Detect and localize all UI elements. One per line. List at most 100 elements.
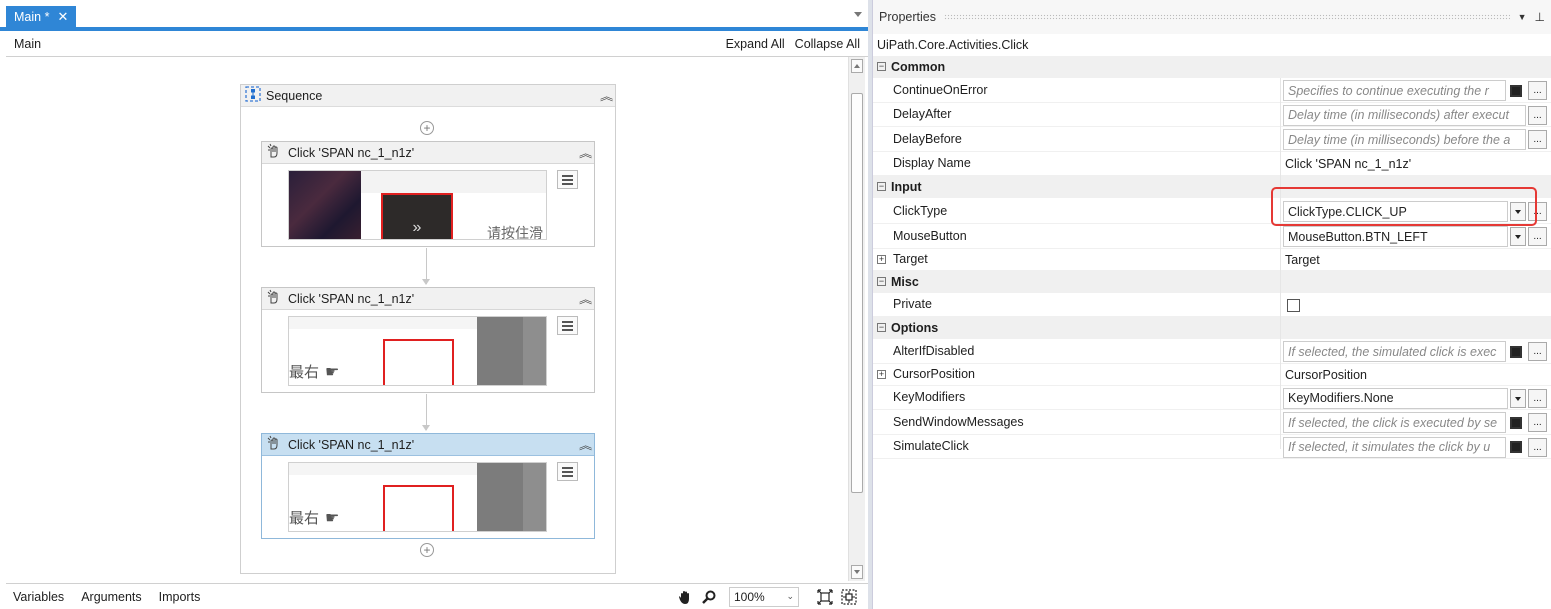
click-activity-1[interactable]: Click 'SPAN nc_1_n1z' ︽ » 请按住滑 <box>261 141 595 247</box>
property-name: Private <box>893 297 932 312</box>
ellipsis-button[interactable]: ... <box>1528 130 1547 149</box>
delaybefore-field[interactable]: Delay time (in milliseconds) before the … <box>1283 129 1526 150</box>
checkbox-icon[interactable] <box>1510 84 1522 97</box>
expand-all-button[interactable]: Expand All <box>726 37 785 51</box>
screenshot-thumbnail: 最右 ☛ <box>288 462 547 532</box>
activity-header[interactable]: Click 'SPAN nc_1_n1z' ︽ <box>262 434 594 456</box>
click-activity-3[interactable]: Click 'SPAN nc_1_n1z' ︽ 最右 ☛ <box>261 433 595 539</box>
chevron-down-icon[interactable] <box>854 12 862 17</box>
collapse-icon[interactable]: − <box>877 323 886 332</box>
collapse-icon[interactable]: − <box>877 62 886 71</box>
breadcrumb[interactable]: Main <box>14 37 41 51</box>
property-name: AlterIfDisabled <box>893 343 975 358</box>
menu-icon[interactable] <box>557 462 578 481</box>
keymodifiers-select[interactable]: KeyModifiers.None <box>1283 387 1508 409</box>
search-icon[interactable] <box>699 587 719 607</box>
imports-tab[interactable]: Imports <box>159 590 201 604</box>
activity-title: Click 'SPAN nc_1_n1z' <box>288 291 415 306</box>
tab-main[interactable]: Main * ✕ <box>6 6 77 28</box>
displayname-field[interactable]: Click 'SPAN nc_1_n1z' <box>1283 157 1411 171</box>
scroll-down-icon[interactable] <box>851 565 863 579</box>
property-row-continueonerror: ContinueOnError Specifies to continue ex… <box>873 78 1551 103</box>
ellipsis-button[interactable]: ... <box>1528 388 1547 408</box>
activity-header[interactable]: Click 'SPAN nc_1_n1z' ︽ <box>262 288 594 310</box>
property-name: SimulateClick <box>893 439 969 454</box>
scrollbar-thumb[interactable] <box>851 93 863 493</box>
property-name: CursorPosition <box>893 367 975 381</box>
sequence-header[interactable]: Sequence ︽ <box>241 85 615 107</box>
ellipsis-button[interactable]: ... <box>1528 342 1547 361</box>
activity-header[interactable]: Click 'SPAN nc_1_n1z' ︽ <box>262 142 594 164</box>
category-label: Input <box>891 180 922 194</box>
collapse-icon[interactable]: ︽ <box>579 145 592 161</box>
collapse-icon[interactable]: − <box>877 182 886 191</box>
overview-icon[interactable] <box>839 587 859 607</box>
sequence-container[interactable]: Sequence ︽ + Click 'SPAN nc_1_n1z' ︽ » 请… <box>240 84 616 574</box>
chevron-down-icon[interactable] <box>1510 227 1526 246</box>
collapse-all-button[interactable]: Collapse All <box>795 37 860 51</box>
checkbox-icon[interactable] <box>1510 345 1522 358</box>
chevron-down-icon[interactable] <box>1510 388 1526 408</box>
property-row-alterifdisabled: AlterIfDisabled If selected, the simulat… <box>873 339 1551 364</box>
property-row-cursorposition: + CursorPosition CursorPosition <box>873 364 1551 386</box>
properties-panel: Properties ▼ ⊥ UiPath.Core.Activities.Cl… <box>872 0 1551 609</box>
hand-pan-icon[interactable] <box>675 587 695 607</box>
collapse-icon[interactable]: − <box>877 276 886 286</box>
expand-icon[interactable]: + <box>877 254 886 264</box>
property-row-delayafter: DelayAfter Delay time (in milliseconds) … <box>873 103 1551 127</box>
target-value[interactable]: Target <box>1283 253 1320 267</box>
chevron-down-icon[interactable]: ▼ <box>1518 12 1527 22</box>
ellipsis-button[interactable]: ... <box>1528 105 1547 125</box>
ellipsis-button[interactable]: ... <box>1528 413 1547 432</box>
close-icon[interactable]: ✕ <box>57 9 68 25</box>
fit-to-screen-icon[interactable] <box>815 587 835 607</box>
category-misc[interactable]: − Misc <box>873 270 1551 293</box>
vertical-scrollbar[interactable] <box>848 57 865 581</box>
mousebutton-select[interactable]: MouseButton.BTN_LEFT <box>1283 226 1508 247</box>
delayafter-field[interactable]: Delay time (in milliseconds) after execu… <box>1283 104 1526 126</box>
arguments-tab[interactable]: Arguments <box>81 590 141 604</box>
ellipsis-button[interactable]: ... <box>1528 227 1547 246</box>
add-activity-icon[interactable]: + <box>420 121 434 135</box>
category-label: Common <box>891 60 946 74</box>
continueonerror-field[interactable]: Specifies to continue executing the r <box>1283 80 1506 101</box>
cursorposition-value[interactable]: CursorPosition <box>1283 368 1367 382</box>
clicktype-select[interactable]: ClickType.CLICK_UP <box>1283 201 1508 222</box>
private-checkbox[interactable] <box>1287 298 1300 312</box>
sendwindowmessages-field[interactable]: If selected, the click is executed by se <box>1283 412 1506 433</box>
property-name: DelayAfter <box>893 107 952 122</box>
sequence-icon <box>245 86 261 105</box>
collapse-icon[interactable]: ︽ <box>600 88 613 104</box>
menu-icon[interactable] <box>557 170 578 189</box>
chevron-down-icon[interactable] <box>1510 202 1526 221</box>
pin-icon[interactable]: ⊥ <box>1535 10 1545 24</box>
variables-tab[interactable]: Variables <box>13 590 64 604</box>
designer-canvas[interactable]: Sequence ︽ + Click 'SPAN nc_1_n1z' ︽ » 请… <box>7 57 847 581</box>
category-options[interactable]: − Options <box>873 317 1551 339</box>
property-row-delaybefore: DelayBefore Delay time (in milliseconds)… <box>873 127 1551 152</box>
collapse-icon[interactable]: ︽ <box>579 291 592 307</box>
menu-icon[interactable] <box>557 316 578 335</box>
activity-title: Click 'SPAN nc_1_n1z' <box>288 145 415 160</box>
ellipsis-button[interactable]: ... <box>1528 81 1547 100</box>
click-activity-2[interactable]: Click 'SPAN nc_1_n1z' ︽ 最右 ☛ <box>261 287 595 393</box>
activity-type-label: UiPath.Core.Activities.Click <box>877 38 1029 52</box>
screenshot-thumbnail: 最右 ☛ <box>288 316 547 386</box>
drag-grip[interactable] <box>943 14 1510 20</box>
ellipsis-button[interactable]: ... <box>1528 202 1547 221</box>
category-input[interactable]: − Input <box>873 176 1551 198</box>
zoom-select[interactable]: 100% ⌄ <box>729 586 799 607</box>
checkbox-icon[interactable] <box>1510 441 1522 453</box>
expand-icon[interactable]: + <box>877 369 886 379</box>
checkbox-icon[interactable] <box>1510 416 1522 429</box>
alterifdisabled-field[interactable]: If selected, the simulated click is exec <box>1283 341 1506 362</box>
collapse-icon[interactable]: ︽ <box>579 437 592 453</box>
ellipsis-button[interactable]: ... <box>1528 437 1547 457</box>
thumbnail-text: 最右 <box>289 510 320 527</box>
category-common[interactable]: − Common <box>873 56 1551 78</box>
properties-title-bar: Properties ▼ ⊥ <box>873 0 1551 34</box>
click-activity-icon <box>266 435 282 454</box>
scroll-up-icon[interactable] <box>851 59 863 73</box>
add-activity-icon[interactable]: + <box>420 543 434 557</box>
simulateclick-field[interactable]: If selected, it simulates the click by u <box>1283 436 1506 458</box>
